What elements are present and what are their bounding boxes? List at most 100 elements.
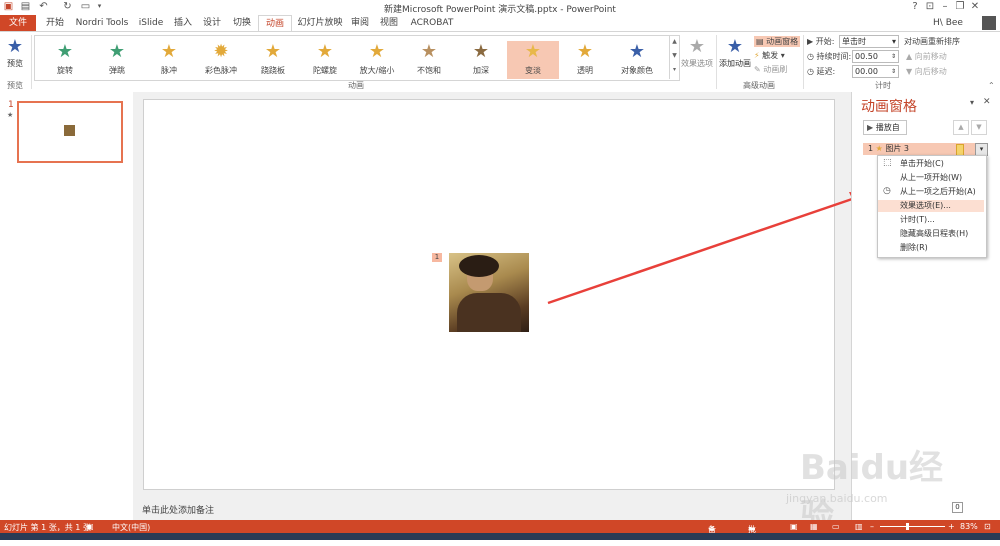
- close-icon[interactable]: ✕: [968, 1, 982, 13]
- animation-effect-10[interactable]: ★ 变淡: [507, 41, 559, 79]
- animation-effect-3[interactable]: ★ 脉冲: [143, 41, 195, 79]
- gallery-scroll[interactable]: ▲ ▼ ▾: [669, 35, 679, 79]
- language-status[interactable]: 中文(中国): [112, 522, 150, 533]
- title-bar: ▣ ▤ ↶ ↻ ▭ ▾ 新建Microsoft PowerPoint 演示文稿.…: [0, 0, 1000, 15]
- move-later-button[interactable]: ▼ 向后移动: [906, 66, 947, 77]
- watermark-url: jingyan.baidu.com: [786, 492, 888, 505]
- zoom-out-icon[interactable]: –: [870, 522, 874, 531]
- window-title: 新建Microsoft PowerPoint 演示文稿.pptx - Power…: [384, 5, 616, 15]
- animation-pane-button[interactable]: ▤ 动画窗格: [754, 36, 801, 47]
- slide-sorter-icon[interactable]: ▦: [810, 522, 818, 531]
- tab-transitions[interactable]: 切换: [228, 15, 256, 31]
- effect-label: 彩色脉冲: [205, 66, 237, 75]
- animation-effect-12[interactable]: ★ 对象颜色: [611, 41, 663, 79]
- add-animation-button[interactable]: ★ 添加动画: [718, 36, 752, 76]
- star-icon: ★: [160, 41, 178, 62]
- pane-options-icon[interactable]: ▾: [970, 98, 974, 107]
- tab-slideshow[interactable]: 幻灯片放映: [294, 15, 346, 31]
- normal-view-icon[interactable]: ▣: [790, 522, 798, 531]
- spellcheck-icon[interactable]: ▣: [86, 522, 94, 531]
- effect-label: 陀螺旋: [313, 66, 337, 75]
- star-icon: ★: [576, 41, 594, 62]
- minimize-icon[interactable]: –: [938, 1, 952, 13]
- animation-marker-icon: ★: [7, 111, 14, 119]
- animation-painter-label: 动画刷: [763, 65, 788, 74]
- collapse-ribbon-icon[interactable]: ⌃: [988, 81, 995, 90]
- move-down-button[interactable]: ▼: [971, 120, 987, 135]
- animation-effect-8[interactable]: ★ 不饱和: [403, 41, 455, 79]
- trigger-label: 触发: [762, 51, 779, 60]
- animation-list-item[interactable]: 1 ★ 图片 3 ▾: [863, 143, 988, 156]
- preview-group-label: 预览: [7, 81, 23, 90]
- menu-item-3[interactable]: ◷ 从上一项之后开始(A): [883, 186, 976, 197]
- mouse-icon: ⬚: [883, 158, 892, 168]
- preview-button[interactable]: ★ 预览: [2, 36, 28, 76]
- zoom-in-icon[interactable]: +: [948, 522, 955, 531]
- move-earlier-button[interactable]: ▲ 向前移动: [906, 51, 947, 62]
- reading-view-icon[interactable]: ▭: [832, 522, 840, 531]
- animation-effect-2[interactable]: ★ 弹跳: [91, 41, 143, 79]
- thumbnail-image: [64, 125, 75, 136]
- move-up-button[interactable]: ▲: [953, 120, 969, 135]
- animation-effect-7[interactable]: ★ 放大/缩小: [351, 41, 403, 79]
- tab-acrobat[interactable]: ACROBAT: [406, 15, 458, 31]
- start-select[interactable]: 单击时 ▾: [839, 35, 899, 48]
- menu-item-4[interactable]: 效果选项(E)...: [878, 200, 984, 212]
- delay-input[interactable]: 00.00 ⇕: [852, 65, 899, 78]
- taskbar: [0, 533, 1000, 540]
- zoom-level[interactable]: 83%: [960, 522, 978, 531]
- animation-effect-4[interactable]: ✹ 彩色脉冲: [195, 41, 247, 79]
- duration-input[interactable]: 00.50 ⇕: [852, 50, 899, 63]
- star-icon: ★: [368, 41, 386, 62]
- animation-effect-9[interactable]: ★ 加深: [455, 41, 507, 79]
- reorder-label: 对动画重新排序: [904, 37, 960, 46]
- animation-order-tag[interactable]: 1: [432, 253, 442, 262]
- zoom-slider[interactable]: [880, 526, 945, 527]
- animation-pane-icon: ▤: [756, 37, 767, 46]
- zoom-slider-thumb[interactable]: [906, 523, 909, 530]
- tab-home[interactable]: 开始: [40, 15, 70, 31]
- slide-thumbnail[interactable]: [17, 101, 123, 163]
- chevron-down-icon: ▾: [778, 51, 785, 60]
- animation-effect-1[interactable]: ★ 旋转: [39, 41, 91, 79]
- trigger-button[interactable]: ⚡ 触发 ▾: [754, 50, 785, 61]
- notes-placeholder: 单击此处添加备注: [142, 506, 215, 516]
- slide-picture[interactable]: [449, 253, 529, 332]
- avatar[interactable]: [982, 16, 996, 30]
- animation-effect-11[interactable]: ★ 透明: [559, 41, 611, 79]
- tab-nordri-tools[interactable]: Nordri Tools: [72, 15, 132, 31]
- animation-effect-6[interactable]: ★ 陀螺旋: [299, 41, 351, 79]
- slideshow-view-icon[interactable]: ▥: [855, 522, 863, 531]
- tab-animations[interactable]: 动画: [258, 15, 292, 31]
- effect-label: 加深: [473, 66, 489, 75]
- page-indicator[interactable]: 0: [952, 502, 963, 513]
- maximize-icon[interactable]: ❐: [953, 1, 967, 13]
- timing-group-label: 计时: [875, 81, 891, 90]
- fit-window-icon[interactable]: ⊡: [984, 522, 991, 531]
- menu-item-2[interactable]: 从上一项开始(W): [900, 172, 962, 183]
- effect-options-button[interactable]: ★ 效果选项: [680, 36, 714, 76]
- animation-effect-5[interactable]: ★ 跷跷板: [247, 41, 299, 79]
- tab-file[interactable]: 文件: [0, 15, 36, 31]
- menu-item-7[interactable]: 删除(R): [900, 242, 928, 253]
- star-icon: ★: [6, 36, 24, 57]
- menu-item-6[interactable]: 隐藏高级日程表(H): [900, 228, 968, 239]
- tab-islide[interactable]: iSlide: [134, 15, 168, 31]
- menu-item-5[interactable]: 计时(T)...: [900, 214, 935, 225]
- tab-insert[interactable]: 插入: [170, 15, 196, 31]
- close-icon[interactable]: ✕: [983, 97, 991, 107]
- tab-review[interactable]: 审阅: [348, 15, 372, 31]
- menu-item-label: 单击开始(C): [900, 159, 944, 168]
- help-icon[interactable]: ?: [908, 1, 922, 13]
- tab-view[interactable]: 视图: [376, 15, 402, 31]
- ribbon-display-icon[interactable]: ⊡: [923, 1, 937, 13]
- menu-item-label: 从上一项之后开始(A): [900, 187, 976, 196]
- animation-painter-button[interactable]: ✎ 动画刷: [754, 64, 787, 75]
- play-from-button[interactable]: ▶ 播放自: [863, 120, 907, 135]
- menu-item-1[interactable]: ⬚ 单击开始(C): [883, 158, 944, 169]
- notes-area[interactable]: 单击此处添加备注: [133, 498, 851, 519]
- tab-design[interactable]: 设计: [198, 15, 226, 31]
- clock-icon: ◷: [883, 186, 891, 196]
- user-name[interactable]: H\ Bee: [925, 15, 971, 31]
- effect-label: 跷跷板: [261, 66, 285, 75]
